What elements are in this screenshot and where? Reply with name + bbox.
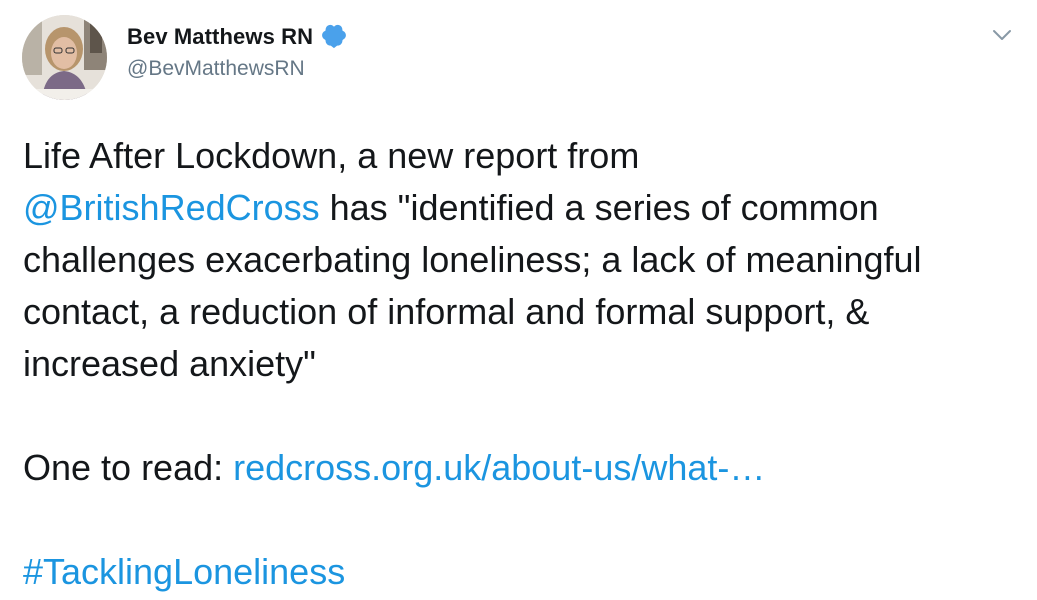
mention-link[interactable]: @BritishRedCross bbox=[23, 187, 320, 228]
chevron-down-icon[interactable] bbox=[989, 22, 1015, 48]
verified-badge-icon bbox=[320, 23, 348, 51]
tweet-line: @BritishRedCross has "identified a serie… bbox=[23, 182, 1023, 234]
tweet-line: contact, a reduction of informal and for… bbox=[23, 291, 870, 332]
tweet-line: #TacklingLoneliness bbox=[23, 546, 1023, 598]
url-link[interactable]: redcross.org.uk/about-us/what-… bbox=[233, 447, 765, 488]
display-name[interactable]: Bev Matthews RN bbox=[127, 24, 313, 50]
avatar-image bbox=[22, 15, 107, 100]
tweet-line-text: has "identified a series of common bbox=[319, 187, 879, 228]
hashtag-link[interactable]: #TacklingLoneliness bbox=[23, 551, 345, 592]
tweet-line: challenges exacerbating loneliness; a la… bbox=[23, 239, 922, 280]
tweet-line: One to read: redcross.org.uk/about-us/wh… bbox=[23, 442, 1023, 494]
avatar[interactable] bbox=[22, 15, 107, 100]
tweet-line: Life After Lockdown, a new report from bbox=[23, 135, 640, 176]
tweet-header: Bev Matthews RN @BevMatthewsRN bbox=[127, 22, 348, 81]
tweet-text: Life After Lockdown, a new report from @… bbox=[23, 130, 1023, 598]
name-row: Bev Matthews RN bbox=[127, 22, 348, 52]
tweet-card: Bev Matthews RN @BevMatthewsRN Life Afte… bbox=[0, 0, 1037, 600]
read-prefix: One to read: bbox=[23, 447, 234, 488]
tweet-line: increased anxiety" bbox=[23, 343, 316, 384]
user-handle[interactable]: @BevMatthewsRN bbox=[127, 57, 348, 81]
